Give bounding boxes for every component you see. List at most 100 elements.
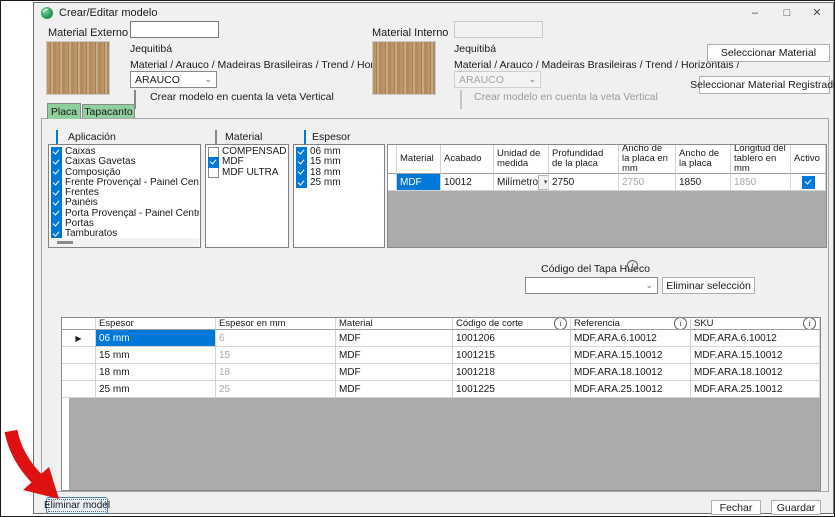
list-item[interactable]: 25 mm <box>296 178 383 188</box>
checkbox-icon[interactable] <box>51 198 62 208</box>
table-cell[interactable]: MDF.ARA.25.10012 <box>691 381 820 398</box>
table-cell[interactable]: 18 mm <box>96 364 216 381</box>
guardar-button[interactable]: Guardar <box>771 500 821 515</box>
column-header[interactable]: Espesor en mm <box>216 318 336 330</box>
column-header[interactable]: Unidad de medida <box>494 145 549 174</box>
list-item[interactable]: Composição <box>51 168 199 178</box>
checkbox-icon[interactable] <box>296 157 307 167</box>
checkbox-icon[interactable] <box>51 168 62 178</box>
seleccionar-material-registrado-button[interactable]: Seleccionar Material Registrado <box>699 76 830 94</box>
grid-cell-ancho[interactable]: 1850 <box>676 174 731 191</box>
table-cell[interactable]: MDF.ARA.6.10012 <box>571 330 691 347</box>
column-header[interactable]: Ancho de la placa <box>676 145 731 174</box>
checkbox-icon[interactable] <box>208 168 219 178</box>
table-cell[interactable]: 06 mm <box>96 330 216 347</box>
column-header[interactable]: Ancho de la placa en mm <box>619 145 676 174</box>
list-item[interactable]: Frentes <box>51 188 199 198</box>
table-cell[interactable]: 15 <box>216 347 336 364</box>
table-cell[interactable]: 25 <box>216 381 336 398</box>
info-icon[interactable]: i <box>627 260 638 271</box>
list-item[interactable]: COMPENSADO <box>208 147 287 157</box>
table-cell[interactable]: MDF.ARA.15.10012 <box>691 347 820 364</box>
table-cell[interactable]: 15 mm <box>96 347 216 364</box>
eliminar-seleccion-button[interactable]: Eliminar selección <box>662 277 755 294</box>
list-item[interactable]: MDF ULTRA <box>208 168 287 178</box>
combo-dropdown-icon[interactable]: ▾ <box>538 175 549 190</box>
checkbox-icon[interactable] <box>51 188 62 198</box>
maximize-button[interactable]: □ <box>772 3 802 22</box>
list-item[interactable]: 06 mm <box>296 147 383 157</box>
title-bar[interactable]: Crear/Editar modelo <box>34 3 734 23</box>
column-header[interactable]: SKUi <box>691 318 820 330</box>
grid-cell-profundidad[interactable]: 2750 <box>549 174 619 191</box>
table-cell[interactable]: MDF.ARA.15.10012 <box>571 347 691 364</box>
table-cell[interactable]: MDF <box>336 364 453 381</box>
activo-checkbox[interactable] <box>802 176 815 189</box>
checkbox-icon[interactable] <box>51 219 62 229</box>
horizontal-scrollbar[interactable] <box>49 238 199 247</box>
close-button[interactable]: ✕ <box>802 3 832 22</box>
table-cell[interactable]: MDF <box>336 347 453 364</box>
table-cell[interactable]: MDF.ARA.18.10012 <box>691 364 820 381</box>
grid-cell-material[interactable]: MDF <box>397 174 441 191</box>
seleccionar-material-button[interactable]: Seleccionar Material <box>707 44 830 62</box>
table-cell[interactable]: MDF.ARA.6.10012 <box>691 330 820 347</box>
scrollbar-thumb[interactable] <box>57 241 73 244</box>
info-icon[interactable]: i <box>554 318 567 330</box>
checkbox-icon[interactable] <box>296 178 307 188</box>
table-cell[interactable]: MDF.ARA.18.10012 <box>571 364 691 381</box>
checkbox-icon[interactable] <box>208 157 219 167</box>
material-externo-brand-select[interactable]: ARAUCO ⌄ <box>130 71 217 88</box>
list-item[interactable]: Caixas Gavetas <box>51 157 199 167</box>
table-cell[interactable]: MDF.ARA.25.10012 <box>571 381 691 398</box>
table-cell[interactable]: 25 mm <box>96 381 216 398</box>
column-header[interactable]: Material <box>397 145 441 174</box>
column-header[interactable]: Material <box>336 318 453 330</box>
checkbox-icon[interactable] <box>296 147 307 157</box>
row-header-cell[interactable]: ▶ <box>62 330 96 347</box>
row-header-cell[interactable] <box>62 347 96 364</box>
list-item[interactable]: 15 mm <box>296 157 383 167</box>
table-cell[interactable]: 18 <box>216 364 336 381</box>
column-header[interactable]: Activo <box>791 145 826 174</box>
material-listbox[interactable]: COMPENSADO MDF MDF ULTRA <box>205 144 289 248</box>
info-icon[interactable]: i <box>674 318 687 330</box>
tab-placa[interactable]: Placa <box>47 103 81 119</box>
material-externo-name-input[interactable] <box>130 21 219 38</box>
table-cell[interactable]: 1001206 <box>453 330 571 347</box>
column-header[interactable]: Referenciai <box>571 318 691 330</box>
fechar-button[interactable]: Fechar <box>711 500 761 515</box>
espesor-listbox[interactable]: 06 mm 15 mm 18 mm 25 mm <box>293 144 385 248</box>
row-header-cell[interactable] <box>62 381 96 398</box>
table-cell[interactable]: 1001225 <box>453 381 571 398</box>
checkbox-icon[interactable] <box>51 157 62 167</box>
checkbox-icon[interactable] <box>51 147 62 157</box>
aplicacion-listbox[interactable]: Caixas Caixas Gavetas Composição Frente … <box>48 144 201 248</box>
column-header[interactable]: Código de cortei <box>453 318 571 330</box>
table-cell[interactable]: 1001218 <box>453 364 571 381</box>
list-item[interactable]: Portas <box>51 219 199 229</box>
column-header[interactable]: Longitud del tablero en mm <box>731 145 791 174</box>
list-item[interactable]: Porta Provençal - Painel Central/Traseir… <box>51 209 199 219</box>
grid-cell-activo[interactable] <box>791 174 826 191</box>
column-header[interactable]: Profundidad de la placa <box>549 145 619 174</box>
tab-tapacanto[interactable]: Tapacanto <box>82 104 135 119</box>
list-item[interactable]: Frente Provençal - Painel Central/Trasei… <box>51 178 199 188</box>
table-cell[interactable]: MDF <box>336 381 453 398</box>
checkbox-icon[interactable] <box>51 209 62 219</box>
column-header[interactable]: Acabado <box>441 145 494 174</box>
table-cell[interactable]: 6 <box>216 330 336 347</box>
list-item[interactable]: Painéis <box>51 198 199 208</box>
row-header-cell[interactable] <box>62 364 96 381</box>
minimize-button[interactable]: – <box>740 3 770 22</box>
table-cell[interactable]: 1001215 <box>453 347 571 364</box>
list-item[interactable]: Caixas <box>51 147 199 157</box>
grid-cell-unidad[interactable]: Milímetro ▾ <box>494 174 549 191</box>
row-header-cell[interactable] <box>388 174 397 191</box>
tapa-hueco-select[interactable]: ⌄ <box>525 277 658 294</box>
grid-cell-acabado[interactable]: 10012 <box>441 174 494 191</box>
checkbox-icon[interactable] <box>296 168 307 178</box>
column-header[interactable]: Espesor <box>96 318 216 330</box>
checkbox-icon[interactable] <box>208 147 219 157</box>
list-item[interactable]: MDF <box>208 157 287 167</box>
